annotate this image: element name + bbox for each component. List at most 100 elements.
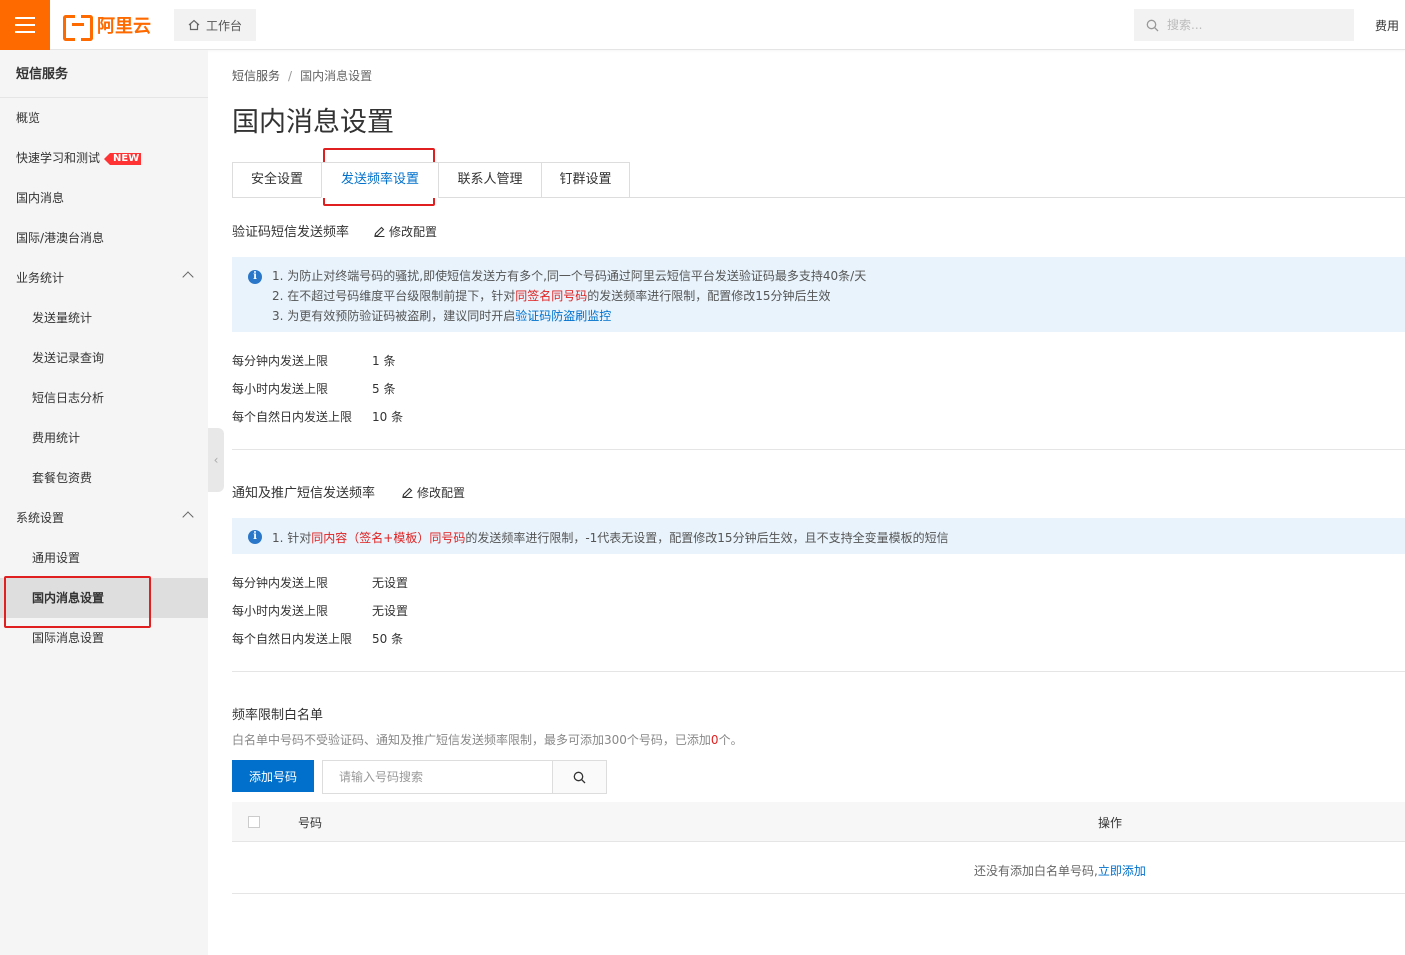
notice-text: 2. 在不超过号码维度平台级限制前提下，针对 [272, 289, 516, 303]
sidebar-item-log-analysis[interactable]: 短信日志分析 [0, 378, 208, 418]
sidebar-item-domestic-messages[interactable]: 国内消息 [0, 178, 208, 218]
divider [232, 671, 1405, 672]
sidebar-item-send-volume[interactable]: 发送量统计 [0, 298, 208, 338]
edit-label: 修改配置 [417, 486, 466, 500]
search-icon [573, 771, 586, 783]
verify-notice-line-1: 1. 为防止对终端号码的骚扰,即使短信发送方有多个,同一个号码通过阿里云短信平台… [272, 269, 867, 283]
workbench-button[interactable]: 工作台 [174, 9, 256, 41]
limit-value: 10 条 [372, 410, 404, 424]
verify-notice-line-3: 3. 为更有效预防验证码被盗刷，建议同时开启验证码防盗刷监控 [272, 307, 611, 324]
sidebar-item-domestic-settings[interactable]: 国内消息设置 [0, 578, 208, 618]
add-number-button[interactable]: 添加号码 [232, 760, 314, 792]
notify-limit-per-day: 每个自然日内发送上限 50 条 [232, 630, 403, 647]
edit-icon [374, 226, 385, 237]
sidebar-item-label: 国内消息 [16, 191, 65, 205]
fee-menu[interactable]: 费用 [1375, 17, 1399, 34]
column-header-actions: 操作 [1098, 816, 1123, 830]
page-title: 国内消息设置 [232, 107, 394, 138]
sidebar-item-label: 概览 [16, 111, 41, 125]
limit-label: 每个自然日内发送上限 [232, 632, 353, 646]
sidebar-group-business-stats[interactable]: 业务统计 [0, 258, 208, 298]
sidebar-group-system-settings[interactable]: 系统设置 [0, 498, 208, 538]
sidebar-item-label: 快速学习和测试 [16, 151, 101, 165]
verify-section-title: 验证码短信发送频率 [232, 225, 350, 240]
tab-bar: 安全设置 发送频率设置 联系人管理 钉群设置 [232, 162, 1405, 198]
limit-value: 无设置 [372, 604, 409, 618]
sidebar-item-fee-stats[interactable]: 费用统计 [0, 418, 208, 458]
number-search-button[interactable] [552, 761, 606, 793]
sidebar-item-label: 费用统计 [32, 431, 81, 445]
notice-text: 的发送频率进行限制，配置修改15分钟后生效 [587, 289, 831, 303]
global-search-input[interactable] [1167, 18, 1337, 32]
notice-highlight: 同签名同号码 [515, 289, 588, 303]
sidebar-collapse-handle[interactable]: ‹ [208, 428, 224, 492]
sidebar-item-label: 套餐包资费 [32, 471, 93, 485]
sidebar-item-international-messages[interactable]: 国际/港澳台消息 [0, 218, 208, 258]
verify-limit-per-minute: 每分钟内发送上限 1 条 [232, 352, 395, 369]
sidebar-item-package-pricing[interactable]: 套餐包资费 [0, 458, 208, 498]
sidebar-item-label: 通用设置 [32, 551, 81, 565]
home-icon [188, 19, 200, 31]
sidebar-item-quick-learn[interactable]: 快速学习和测试 NEW [0, 138, 208, 178]
notify-notice: i 1. 针对同内容（签名+模板）同号码的发送频率进行限制，-1代表无设置，配置… [232, 518, 1405, 554]
desc-text: 白名单中号码不受验证码、通知及推广短信发送频率限制，最多可添加300个号码，已添… [232, 733, 711, 747]
divider [232, 449, 1405, 450]
sidebar-item-general-settings[interactable]: 通用设置 [0, 538, 208, 578]
notify-section-title: 通知及推广短信发送频率 [232, 486, 376, 501]
whitelist-count: 0 [710, 733, 719, 747]
sidebar-item-label: 业务统计 [16, 271, 65, 285]
hamburger-menu-icon[interactable] [0, 0, 50, 50]
verify-limit-per-hour: 每小时内发送上限 5 条 [232, 380, 395, 397]
aliyun-logo[interactable]: 阿里云 [63, 13, 151, 41]
sidebar-item-label: 发送记录查询 [32, 351, 105, 365]
sidebar-item-overview[interactable]: 概览 [0, 98, 208, 138]
limit-label: 每小时内发送上限 [232, 382, 329, 396]
tab-frequency-settings[interactable]: 发送频率设置 [321, 162, 439, 198]
sidebar: 短信服务 概览 快速学习和测试 NEW 国内消息 国际/港澳台消息 业务统计 发送… [0, 50, 208, 955]
anti-fraud-monitor-link[interactable]: 验证码防盗刷监控 [515, 309, 611, 323]
info-icon: i [248, 530, 262, 544]
number-search-input[interactable] [323, 761, 552, 793]
aliyun-logo-icon [63, 15, 93, 41]
edit-label: 修改配置 [389, 225, 438, 239]
whitelist-table-header: 号码 操作 [232, 802, 1405, 842]
tab-dingtalk-group-settings[interactable]: 钉群设置 [541, 162, 630, 198]
chevron-up-icon [182, 271, 194, 283]
breadcrumb-current: 国内消息设置 [300, 69, 373, 83]
verify-notice: i 1. 为防止对终端号码的骚扰,即使短信发送方有多个,同一个号码通过阿里云短信… [232, 257, 1405, 332]
verify-edit-config-link[interactable]: 修改配置 [374, 223, 437, 240]
new-badge: NEW [103, 152, 142, 165]
edit-icon [402, 487, 413, 498]
limit-value: 无设置 [372, 576, 409, 590]
empty-state-text: 还没有添加白名单号码,立即添加 [974, 862, 1146, 879]
notice-text: 的发送频率进行限制，-1代表无设置，配置修改15分钟后生效，且不支持全变量模板的… [465, 531, 949, 545]
select-all-checkbox[interactable] [248, 816, 260, 828]
whitelist-description: 白名单中号码不受验证码、通知及推广短信发送频率限制，最多可添加300个号码，已添… [232, 731, 743, 748]
search-icon [1146, 19, 1159, 31]
notice-text: 3. 为更有效预防验证码被盗刷，建议同时开启 [272, 309, 516, 323]
sidebar-item-send-records[interactable]: 发送记录查询 [0, 338, 208, 378]
verify-notice-line-2: 2. 在不超过号码维度平台级限制前提下，针对同签名同号码的发送频率进行限制，配置… [272, 287, 831, 304]
sidebar-item-international-settings[interactable]: 国际消息设置 [0, 618, 208, 658]
verify-limit-per-day: 每个自然日内发送上限 10 条 [232, 408, 403, 425]
sidebar-item-label: 国际消息设置 [32, 631, 105, 645]
sidebar-item-label: 短信日志分析 [32, 391, 105, 405]
notify-edit-config-link[interactable]: 修改配置 [402, 484, 465, 501]
sidebar-item-label: 系统设置 [16, 511, 65, 525]
chevron-up-icon [182, 511, 194, 523]
tab-security-settings[interactable]: 安全设置 [232, 162, 322, 198]
breadcrumb-separator: / [288, 69, 293, 83]
add-now-link[interactable]: 立即添加 [1098, 864, 1146, 878]
limit-value: 5 条 [372, 382, 396, 396]
limit-value: 50 条 [372, 632, 404, 646]
tab-contact-management[interactable]: 联系人管理 [438, 162, 542, 198]
column-header-number: 号码 [298, 816, 323, 830]
notify-limit-per-hour: 每小时内发送上限 无设置 [232, 602, 408, 619]
whitelist-empty-row: 还没有添加白名单号码,立即添加 [232, 842, 1405, 894]
desc-text: 个。 [718, 733, 743, 747]
logo-text: 阿里云 [97, 16, 151, 37]
whitelist-title: 频率限制白名单 [232, 708, 324, 723]
sidebar-item-label: 发送量统计 [32, 311, 93, 325]
limit-label: 每小时内发送上限 [232, 604, 329, 618]
breadcrumb-root[interactable]: 短信服务 [232, 69, 280, 83]
